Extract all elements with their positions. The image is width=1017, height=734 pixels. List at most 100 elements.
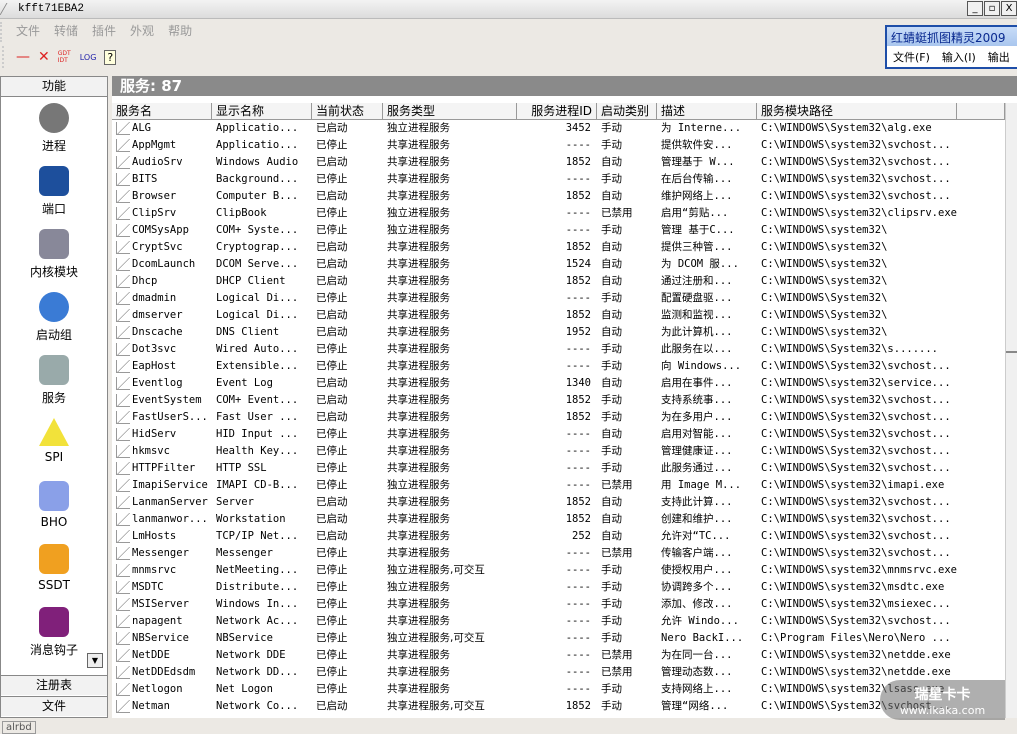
table-row[interactable]: lanmanwor... Workstation 已启动 共享进程服务 1852 自动 创建…: [112, 511, 1005, 528]
table-row[interactable]: NBService NBService 已停止 独立进程服务,可交互 ---- 手动 Ner…: [112, 630, 1005, 647]
log-button[interactable]: LOG: [80, 53, 97, 62]
menu-appearance[interactable]: 外观: [130, 22, 154, 42]
table-row[interactable]: CryptSvc Cryptograp... 已启动 共享进程服务 1852 自动 提供三种…: [112, 239, 1005, 256]
scrollbar-thumb[interactable]: [1006, 118, 1017, 353]
table-row[interactable]: AppMgmt Applicatio... 已停止 共享进程服务 ---- 手动 提供软件安…: [112, 137, 1005, 154]
popup-menu-input[interactable]: 输入(I): [942, 49, 976, 65]
table-row[interactable]: Browser Computer B... 已启动 共享进程服务 1852 自动 维护网络上…: [112, 188, 1005, 205]
sidebar-item-6[interactable]: BHO: [1, 475, 107, 538]
sidebar-header[interactable]: 功能: [1, 77, 107, 97]
vertical-scrollbar[interactable]: [1005, 103, 1017, 718]
table-row[interactable]: mnmsrvc NetMeeting... 已停止 独立进程服务,可交互 ---- 手动 使…: [112, 562, 1005, 579]
column-header-display-name[interactable]: 显示名称: [212, 103, 312, 119]
cell-描述: 此服务通过...: [657, 460, 757, 477]
cell-text: C:\WINDOWS\system32\svchost...: [761, 190, 951, 202]
close-button[interactable]: X: [1001, 1, 1017, 16]
table-row[interactable]: dmserver Logical Di... 已启动 共享进程服务 1852 自动 监测和监…: [112, 307, 1005, 324]
table-row[interactable]: Dot3svc Wired Auto... 已停止 共享进程服务 ---- 手动 此服务在以…: [112, 341, 1005, 358]
menu-dump[interactable]: 转储: [54, 22, 78, 42]
cell-服务名: hkmsvc: [112, 443, 212, 460]
cell-描述: 配置硬盘驱...: [657, 290, 757, 307]
column-header-pid[interactable]: 服务进程ID: [517, 103, 597, 119]
sidebar-item-4[interactable]: 服务: [1, 349, 107, 412]
bell-icon: [39, 544, 69, 574]
table-row[interactable]: EapHost Extensible... 已停止 共享进程服务 ---- 手动 向 Win…: [112, 358, 1005, 375]
column-header-status[interactable]: 当前状态: [312, 103, 383, 119]
table-row[interactable]: napagent Network Ac... 已停止 共享进程服务 ---- 手动 允许 W…: [112, 613, 1005, 630]
table-row[interactable]: Netlogon Net Logon 已停止 共享进程服务 ---- 手动 支持网络上...…: [112, 681, 1005, 698]
menu-file[interactable]: 文件: [16, 22, 40, 42]
cell-text: NetMeeting...: [216, 564, 299, 576]
cell-text: 已停止: [316, 224, 348, 236]
cell-启动类别: 手动: [597, 358, 657, 375]
table-row[interactable]: AudioSrv Windows Audio 已启动 共享进程服务 1852 自动 管理基于…: [112, 154, 1005, 171]
table-row[interactable]: NetDDEdsdm Network DD... 已停止 共享进程服务 ---- 已禁用 管…: [112, 664, 1005, 681]
table-row[interactable]: ImapiService IMAPI CD-B... 已停止 独立进程服务 ---- 已禁…: [112, 477, 1005, 494]
cell-启动类别: 手动: [597, 613, 657, 630]
sidebar-item-3[interactable]: 启动组: [1, 286, 107, 349]
sidebar-registry[interactable]: 注册表: [1, 675, 107, 695]
sidebar-item-1[interactable]: 端口: [1, 160, 107, 223]
table-row[interactable]: LmHosts TCP/IP Net... 已启动 共享进程服务 252 自动 允许对“TC…: [112, 528, 1005, 545]
service-icon: [116, 581, 130, 594]
popup-menu-output[interactable]: 输出: [988, 49, 1010, 65]
drive-icon: [39, 229, 69, 259]
cell-text: 监测和监视...: [661, 309, 733, 321]
table-row[interactable]: MSDTC Distribute... 已停止 独立进程服务 ---- 手动 协调跨多个..…: [112, 579, 1005, 596]
table-row[interactable]: HTTPFilter HTTP SSL 已停止 共享进程服务 ---- 手动 此服务通过..…: [112, 460, 1005, 477]
cell-当前状态: 已启动: [312, 511, 383, 528]
table-row[interactable]: Messenger Messenger 已停止 共享进程服务 ---- 已禁用 传输客户端.…: [112, 545, 1005, 562]
table-row[interactable]: DcomLaunch DCOM Serve... 已启动 共享进程服务 1524 自动 为 …: [112, 256, 1005, 273]
table-row[interactable]: LanmanServer Server 已启动 共享进程服务 1852 自动 支持此计算..…: [112, 494, 1005, 511]
cell-当前状态: 已停止: [312, 341, 383, 358]
cell-服务进程ID: ----: [517, 630, 597, 647]
column-header-type[interactable]: 服务类型: [383, 103, 517, 119]
title-bar: kfft71EBA2 _ ▫ X: [0, 0, 1017, 19]
cell-服务类型: 独立进程服务: [383, 579, 517, 596]
table-row[interactable]: ALG Applicatio... 已启动 独立进程服务 3452 手动 为 Interne…: [112, 120, 1005, 137]
sidebar-item-5[interactable]: SPI: [1, 412, 107, 475]
sidebar-item-0[interactable]: 进程: [1, 97, 107, 160]
table-row[interactable]: hkmsvc Health Key... 已停止 共享进程服务 ---- 手动 管理健康证.…: [112, 443, 1005, 460]
cell-服务模块路径: C:\WINDOWS\System32\svchost...: [757, 358, 957, 375]
menu-plugins[interactable]: 插件: [92, 22, 116, 42]
column-header-description[interactable]: 描述: [657, 103, 757, 119]
minimize-button[interactable]: _: [967, 1, 983, 16]
table-row[interactable]: Netman Network Co... 已启动 共享进程服务,可交互 1852 手动 管理…: [112, 698, 1005, 715]
sidebar-item-2[interactable]: 内核模块: [1, 223, 107, 286]
cell-text: Logical Di...: [216, 292, 299, 304]
restore-button[interactable]: ▫: [984, 1, 1000, 16]
column-header-name[interactable]: 服务名: [112, 103, 212, 119]
cell-text: 已停止: [316, 292, 348, 304]
toolbar: — ✕ GDT IDT LOG ?: [2, 46, 117, 68]
gdt-idt-button[interactable]: GDT IDT: [58, 50, 72, 64]
table-row[interactable]: BITS Background... 已停止 共享进程服务 ---- 手动 在后台传输...…: [112, 171, 1005, 188]
sidebar-scroll-down-button[interactable]: ▼: [87, 653, 103, 668]
table-row[interactable]: FastUserS... Fast User ... 已启动 共享进程服务 1852 手动…: [112, 409, 1005, 426]
cell-text: 自动: [601, 377, 622, 389]
popup-menu-file[interactable]: 文件(F): [893, 49, 930, 65]
table-row[interactable]: Eventlog Event Log 已启动 共享进程服务 1340 自动 启用在事件...…: [112, 375, 1005, 392]
cell-描述: 此服务在以...: [657, 341, 757, 358]
table-row[interactable]: Dnscache DNS Client 已启动 共享进程服务 1952 自动 为此计算机..…: [112, 324, 1005, 341]
sidebar-item-7[interactable]: SSDT: [1, 538, 107, 601]
menu-help[interactable]: 帮助: [168, 22, 192, 42]
column-header-path[interactable]: 服务模块路径: [757, 103, 957, 119]
minus-button[interactable]: —: [16, 49, 30, 65]
table-row[interactable]: EventSystem COM+ Event... 已启动 共享进程服务 1852 手动 支…: [112, 392, 1005, 409]
column-header-start-type[interactable]: 启动类别: [597, 103, 657, 119]
table-row[interactable]: MSIServer Windows In... 已停止 共享进程服务 ---- 手动 添加、…: [112, 596, 1005, 613]
table-row[interactable]: COMSysApp COM+ Syste... 已停止 独立进程服务 ---- 手动 管理 …: [112, 222, 1005, 239]
cell-text: 共享进程服务: [387, 241, 450, 253]
table-row[interactable]: ClipSrv ClipBook 已停止 独立进程服务 ---- 已禁用 启用“剪贴... C…: [112, 205, 1005, 222]
table-row[interactable]: HidServ HID Input ... 已停止 共享进程服务 ---- 自动 启用对智能…: [112, 426, 1005, 443]
cell-服务进程ID: ----: [517, 579, 597, 596]
cell-服务类型: 独立进程服务,可交互: [383, 562, 517, 579]
help-button[interactable]: ?: [104, 49, 117, 65]
table-row[interactable]: dmadmin Logical Di... 已停止 共享进程服务 ---- 手动 配置硬盘驱…: [112, 290, 1005, 307]
sidebar-file[interactable]: 文件: [1, 696, 107, 716]
cell-text: FastUserS...: [132, 411, 208, 423]
delete-button[interactable]: ✕: [38, 49, 50, 65]
table-row[interactable]: Dhcp DHCP Client 已启动 共享进程服务 1852 自动 通过注册和... C:…: [112, 273, 1005, 290]
table-row[interactable]: NetDDE Network DDE 已停止 共享进程服务 ---- 已禁用 为在同一台..…: [112, 647, 1005, 664]
